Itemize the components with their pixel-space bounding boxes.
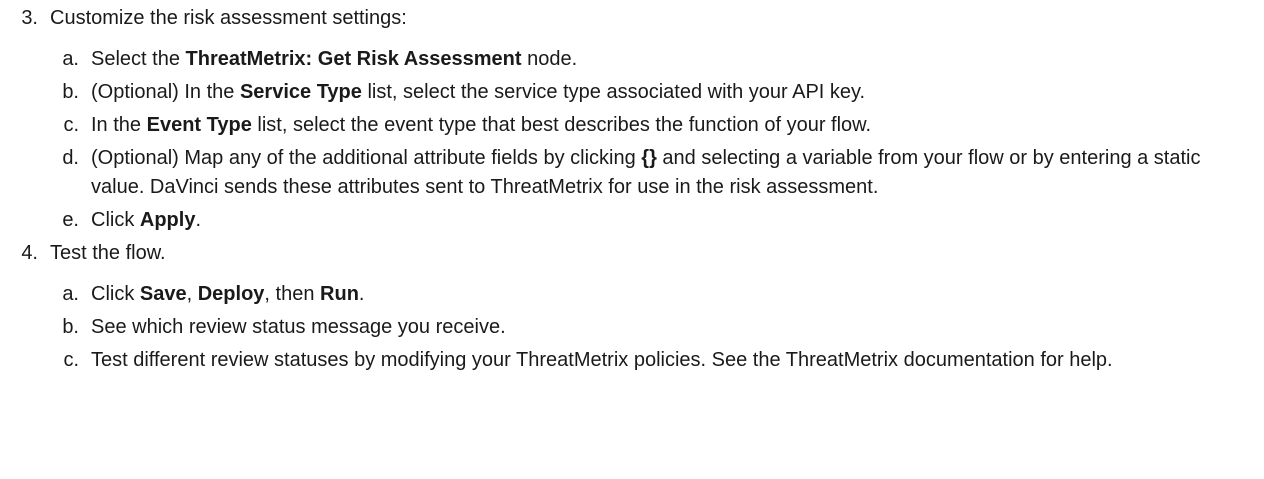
substep-list: a. Select the ThreatMetrix: Get Risk Ass… bbox=[0, 45, 1264, 235]
text-run: In the bbox=[91, 114, 147, 136]
substep-letter: b. bbox=[62, 81, 79, 103]
text-run: list, select the service type associated… bbox=[361, 81, 866, 103]
substep-letter: e. bbox=[62, 209, 79, 231]
ui-term-node-name: ThreatMetrix: Get Risk Assessment bbox=[185, 48, 522, 70]
substep-text: See which review status message you rece… bbox=[91, 316, 506, 338]
ui-term-deploy: Deploy bbox=[197, 283, 265, 305]
step-4-row: 4. Test the flow. bbox=[0, 239, 1264, 268]
substep-text: Select the ThreatMetrix: Get Risk Assess… bbox=[91, 45, 1251, 74]
substep-letter: c. bbox=[63, 349, 79, 371]
substep-text: Click Apply. bbox=[91, 206, 1251, 235]
step-text: Test the flow. bbox=[50, 242, 166, 264]
substep-4b: b. See which review status message you r… bbox=[0, 313, 1264, 342]
substep-list: a. Click Save, Deploy, then Run. b. See … bbox=[0, 280, 1264, 375]
text-run: (Optional) Map any of the additional att… bbox=[91, 147, 642, 169]
substep-letter: c. bbox=[63, 114, 79, 136]
step-text: Customize the risk assessment settings: bbox=[50, 7, 407, 29]
substep-3e: e. Click Apply. bbox=[0, 206, 1264, 235]
ui-term-run: Run bbox=[320, 283, 359, 305]
substep-letter: d. bbox=[62, 147, 79, 169]
text-run: , then bbox=[264, 283, 321, 305]
substep-4c: c. Test different review statuses by mod… bbox=[0, 346, 1264, 375]
text-run: list, select the event type that best de… bbox=[251, 114, 872, 136]
instructions-document: 3. Customize the risk assessment setting… bbox=[0, 0, 1264, 375]
text-run: Select the bbox=[91, 48, 186, 70]
text-run: node. bbox=[521, 48, 578, 70]
substep-letter: a. bbox=[62, 48, 79, 70]
step-3: 3. Customize the risk assessment setting… bbox=[0, 4, 1264, 235]
step-number: 4. bbox=[21, 242, 38, 264]
substep-text: (Optional) In the Service Type list, sel… bbox=[91, 78, 1251, 107]
text-run: Click bbox=[91, 209, 140, 231]
ui-term-apply: Apply bbox=[139, 209, 196, 231]
text-run: . bbox=[358, 283, 365, 305]
step-4: 4. Test the flow. a. Click Save, Deploy,… bbox=[0, 239, 1264, 375]
ui-term-save: Save bbox=[139, 283, 187, 305]
substep-3b: b. (Optional) In the Service Type list, … bbox=[0, 78, 1264, 107]
substep-text: In the Event Type list, select the event… bbox=[91, 111, 1251, 140]
step-number: 3. bbox=[21, 7, 38, 29]
ui-term-service-type: Service Type bbox=[239, 81, 362, 103]
ui-term-event-type: Event Type bbox=[146, 114, 252, 136]
substep-3a: a. Select the ThreatMetrix: Get Risk Ass… bbox=[0, 45, 1264, 74]
text-run: , bbox=[186, 283, 198, 305]
substep-letter: a. bbox=[62, 283, 79, 305]
substep-3d: d. (Optional) Map any of the additional … bbox=[0, 144, 1264, 202]
substep-text: Click Save, Deploy, then Run. bbox=[91, 280, 1251, 309]
substep-text: (Optional) Map any of the additional att… bbox=[91, 144, 1251, 202]
ui-term-braces: {} bbox=[641, 147, 657, 169]
text-run: Click bbox=[91, 283, 140, 305]
step-3-row: 3. Customize the risk assessment setting… bbox=[0, 4, 1264, 33]
text-run: (Optional) In the bbox=[91, 81, 240, 103]
substep-letter: b. bbox=[62, 316, 79, 338]
substep-4a: a. Click Save, Deploy, then Run. bbox=[0, 280, 1264, 309]
substep-text: Test different review statuses by modify… bbox=[91, 349, 1113, 371]
text-run: . bbox=[195, 209, 202, 231]
substep-3c: c. In the Event Type list, select the ev… bbox=[0, 111, 1264, 140]
